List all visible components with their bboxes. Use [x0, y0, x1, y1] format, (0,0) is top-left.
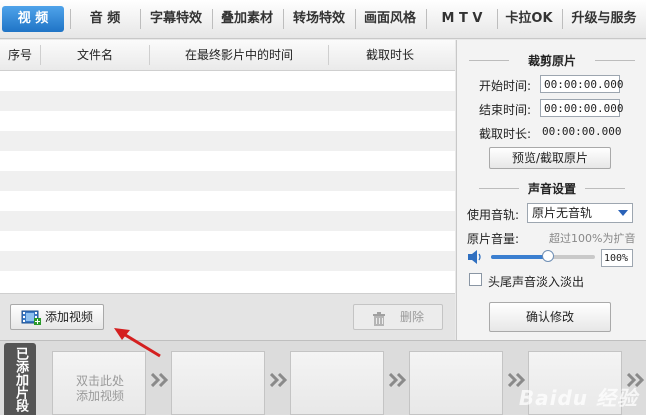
section-divider [595, 60, 635, 61]
duration-value: 00:00:00.000 [542, 125, 622, 138]
tab-divider [140, 9, 141, 29]
table-row [0, 231, 455, 251]
baidu-watermark: Baidu 经验 [518, 386, 638, 410]
table-row [0, 211, 455, 231]
tab-upgrade-service[interactable]: 升级与服务 [565, 6, 643, 32]
tab-karaoke[interactable]: 卡拉OK [499, 6, 559, 32]
add-video-button[interactable]: 添加视频 [10, 304, 104, 330]
speaker-icon[interactable] [467, 250, 483, 267]
table-row [0, 131, 455, 151]
added-clips-strip: 已添加片段 双击此处 添加视频 Baidu 经验 [0, 340, 646, 415]
column-header-index[interactable]: 序号 [0, 40, 40, 70]
section-divider [585, 188, 625, 189]
tab-divider [283, 9, 284, 29]
clip-slot[interactable] [409, 351, 503, 415]
dropdown-arrow-icon [618, 210, 628, 216]
volume-label: 原片音量: [467, 232, 520, 246]
tab-divider [212, 9, 213, 29]
chevron-right-icon [389, 373, 407, 387]
added-clips-label: 已添加片段 [4, 343, 36, 415]
volume-slider-fill [491, 255, 549, 259]
clip-slot-hint: 双击此处 添加视频 [53, 374, 147, 404]
column-header-final-time[interactable]: 在最终影片中的时间 [150, 40, 328, 70]
clip-slot-hint-line1: 双击此处 [75, 374, 124, 388]
annotation-arrow-icon [114, 328, 161, 358]
table-row [0, 251, 455, 271]
table-row [0, 151, 455, 171]
table-row [0, 271, 455, 291]
audio-track-select[interactable]: 原片无音轨 [527, 203, 633, 223]
column-header-duration[interactable]: 截取时长 [329, 40, 451, 70]
table-header: 序号 文件名 在最终影片中的时间 截取时长 [0, 40, 455, 71]
volume-slider-knob[interactable] [542, 250, 555, 262]
chevron-right-icon [151, 373, 169, 387]
clip-slot-add[interactable]: 双击此处 添加视频 [52, 351, 146, 415]
audio-track-label: 使用音轨: [467, 208, 520, 222]
end-time-field[interactable]: 00:00:00.000 [540, 99, 623, 117]
table-row [0, 71, 455, 91]
film-add-icon [21, 309, 41, 333]
clip-list-toolbar: 添加视频 删除 [0, 293, 455, 341]
trash-icon [372, 310, 386, 334]
table-row [0, 191, 455, 211]
tab-transition-effects[interactable]: 转场特效 [286, 6, 352, 32]
delete-label: 删除 [400, 310, 425, 324]
clip-slot-hint-line2: 添加视频 [75, 389, 124, 403]
delete-button[interactable]: 删除 [353, 304, 443, 330]
tab-divider [70, 9, 71, 29]
tab-video[interactable]: 视 频 [2, 6, 64, 32]
fade-checkbox[interactable] [469, 273, 482, 286]
tab-overlay-materials[interactable]: 叠加素材 [214, 6, 280, 32]
tab-mtv[interactable]: M T V [430, 6, 494, 32]
end-time-label: 结束时间: [479, 103, 532, 117]
fade-label: 头尾声音淡入淡出 [488, 275, 585, 289]
settings-panel: 裁剪原片 开始时间: 00:00:00.000 结束时间: 00:00:00.0… [456, 40, 646, 340]
audio-track-value: 原片无音轨 [532, 206, 593, 220]
table-row [0, 171, 455, 191]
chevron-right-icon [270, 373, 288, 387]
add-video-label: 添加视频 [45, 310, 94, 324]
tab-divider [562, 9, 563, 29]
clip-slot[interactable] [290, 351, 384, 415]
column-header-filename[interactable]: 文件名 [41, 40, 149, 70]
tab-divider [497, 9, 498, 29]
tab-bar: 视 频 音 频 字幕特效 叠加素材 转场特效 画面风格 M T V 卡拉OK 升… [0, 0, 646, 39]
tab-audio[interactable]: 音 频 [74, 6, 136, 32]
start-time-field[interactable]: 00:00:00.000 [540, 75, 623, 93]
tab-subtitle-effects[interactable]: 字幕特效 [143, 6, 209, 32]
preview-trim-button[interactable]: 预览/截取原片 [489, 147, 611, 169]
tab-divider [426, 9, 427, 29]
volume-slider[interactable] [491, 250, 595, 262]
start-time-label: 开始时间: [479, 79, 532, 93]
table-body[interactable] [0, 71, 455, 293]
volume-value-field[interactable]: 100% [601, 249, 633, 267]
tab-divider [355, 9, 356, 29]
table-row [0, 111, 455, 131]
table-row [0, 91, 455, 111]
tab-picture-style[interactable]: 画面风格 [357, 6, 423, 32]
volume-hint: 超过100%为扩音 [549, 232, 636, 245]
duration-label: 截取时长: [479, 127, 532, 141]
clip-slot[interactable] [171, 351, 265, 415]
confirm-button[interactable]: 确认修改 [489, 302, 611, 332]
